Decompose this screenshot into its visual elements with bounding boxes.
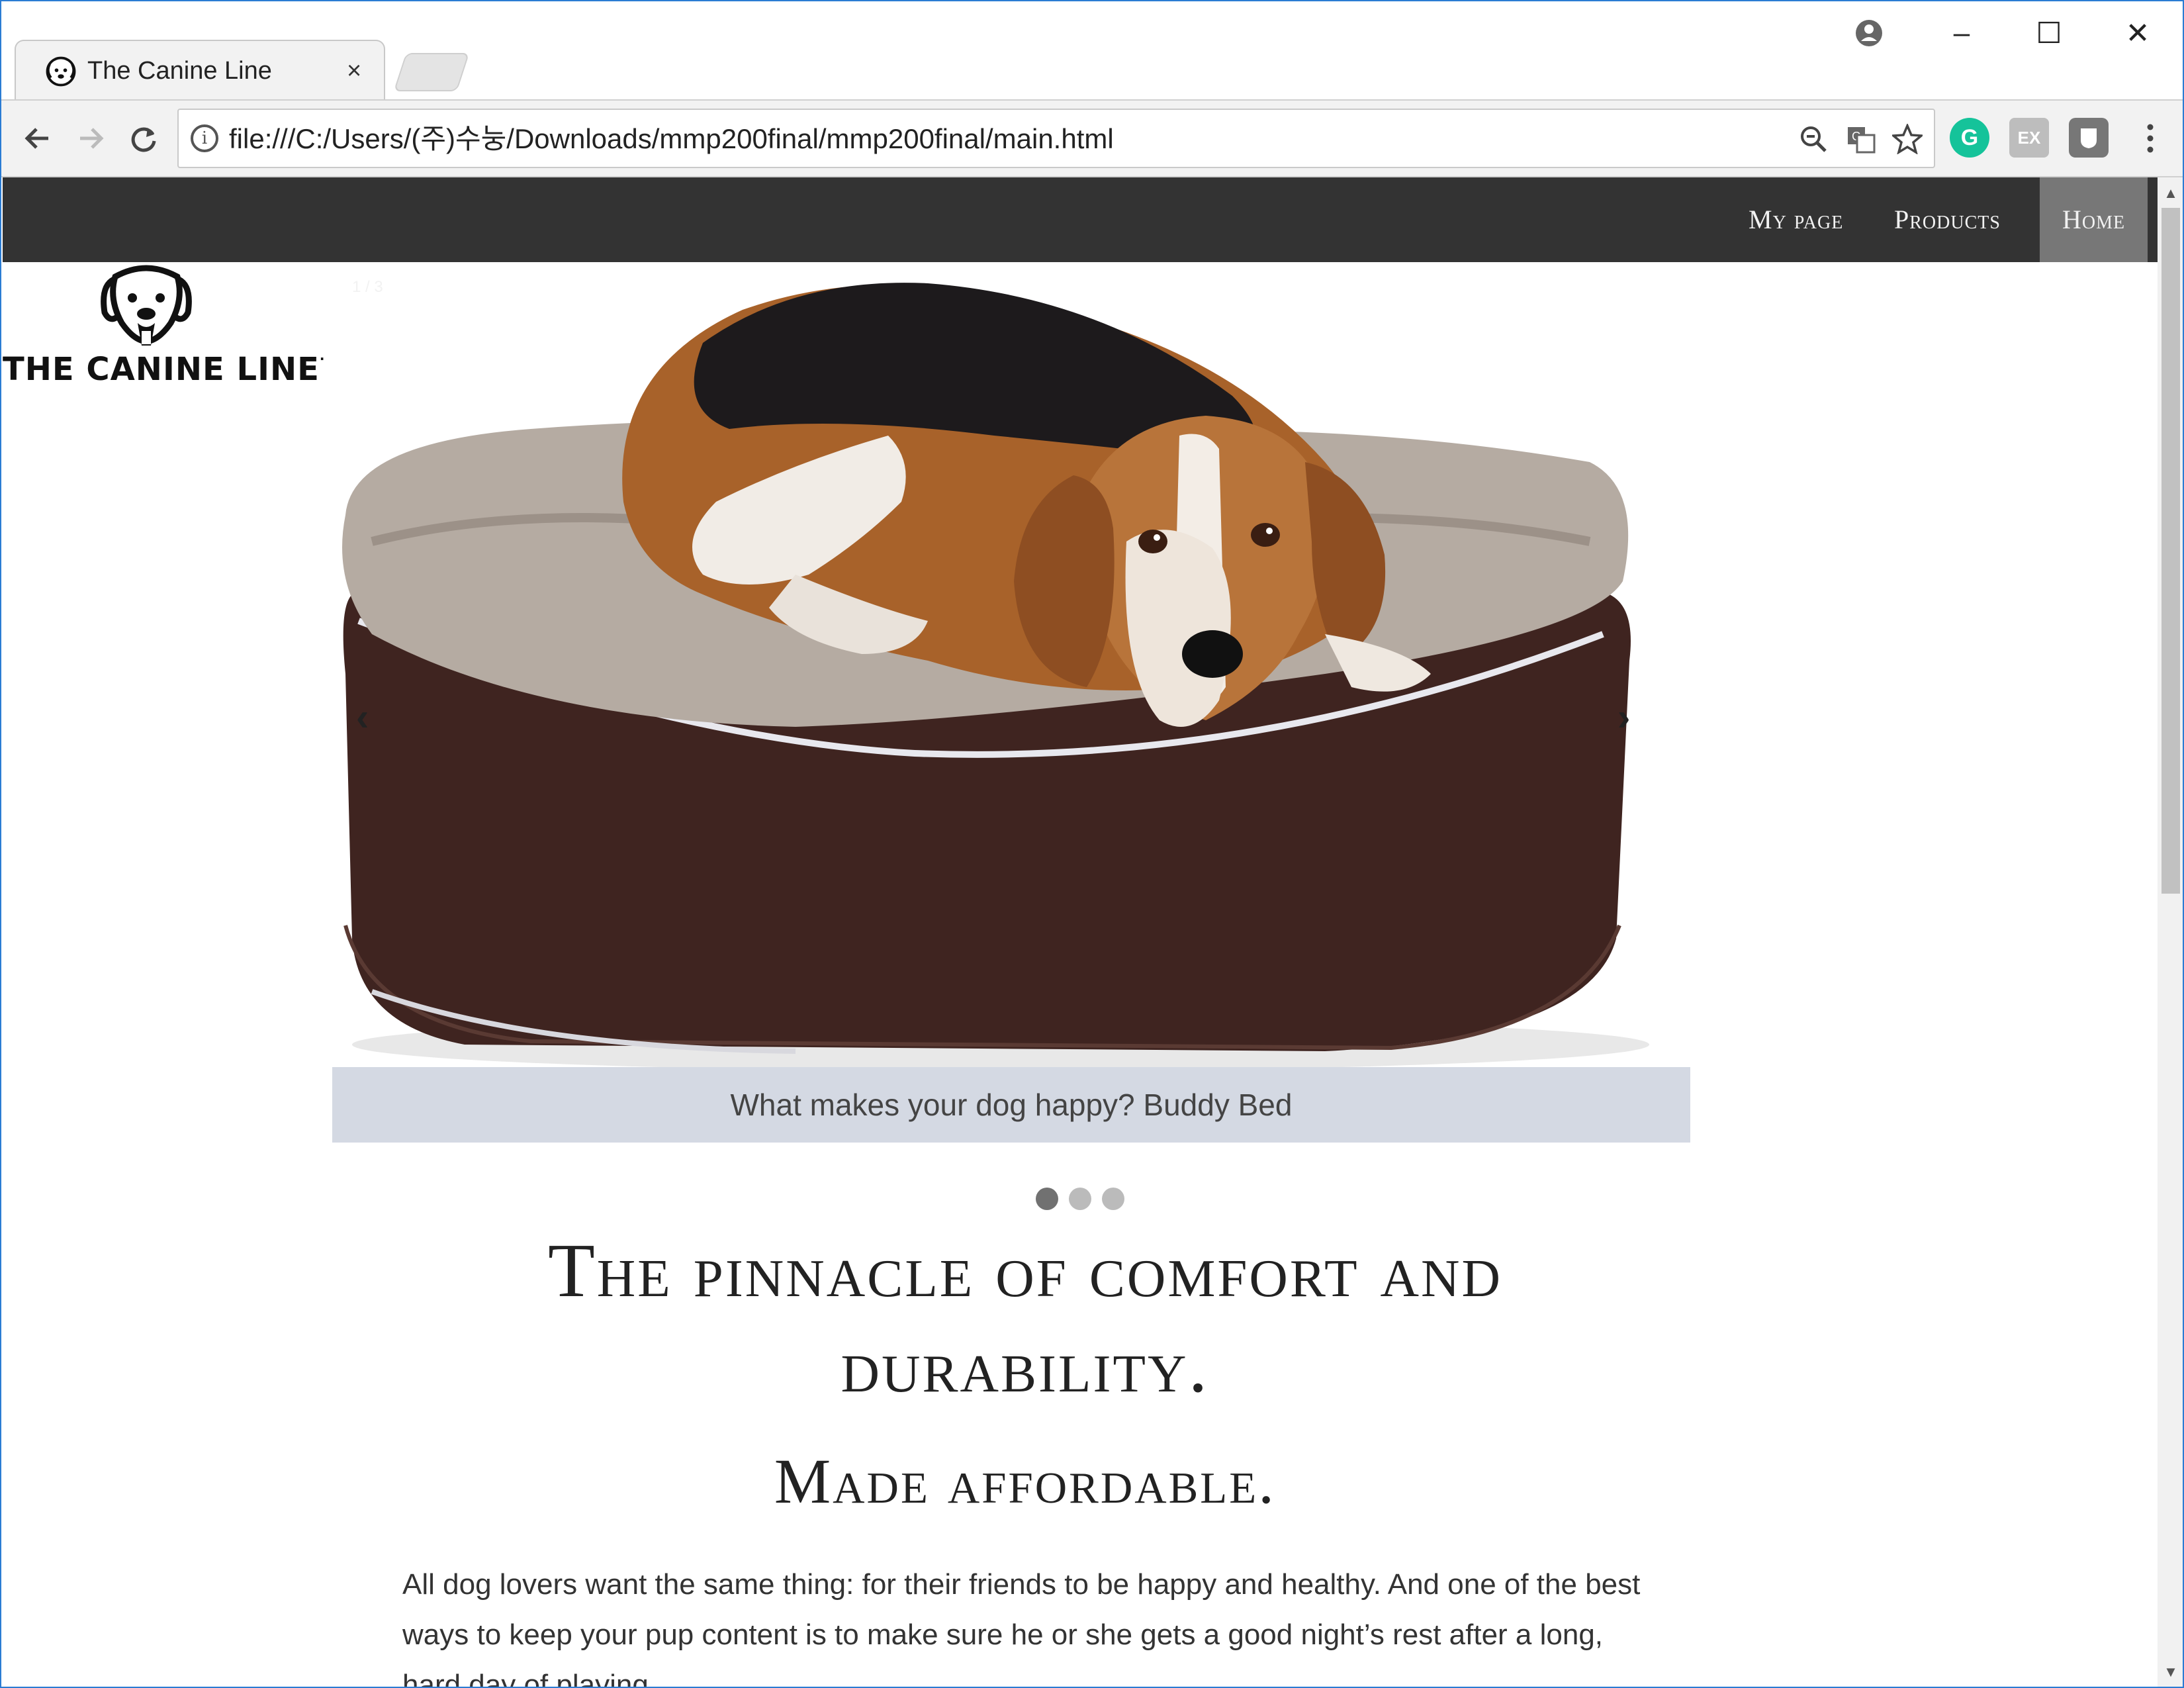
extension-icon[interactable]: EX <box>2009 118 2049 158</box>
star-icon[interactable] <box>1888 119 1927 159</box>
brand-wordmark: THE CANINE LINE· <box>3 351 326 388</box>
site-topnav: My page Products Home <box>3 177 2158 262</box>
slide-dot-1[interactable] <box>1036 1188 1058 1210</box>
menu-icon[interactable] <box>2127 114 2173 163</box>
browser-tab[interactable]: The Canine Line × <box>15 40 385 101</box>
intro-paragraph: All dog lovers want the same thing: for … <box>402 1568 1641 1688</box>
minimize-button[interactable]: – <box>1935 13 1988 53</box>
brand-name: THE CANINE LINE <box>3 351 320 388</box>
slide-counter: 1 / 3 <box>352 278 383 296</box>
scroll-down-icon[interactable]: ▼ <box>2158 1659 2183 1685</box>
dog-favicon-icon <box>46 56 76 87</box>
tab-title: The Canine Line <box>87 57 272 85</box>
back-icon[interactable] <box>15 114 61 163</box>
address-url[interactable]: file:///C:/Users/(주)수눙/Downloads/mmp200f… <box>229 122 1114 156</box>
slide-dots <box>3 1188 2158 1210</box>
nav-link-my-page[interactable]: My page <box>1726 177 1866 262</box>
forward-icon[interactable] <box>68 114 114 163</box>
scrollbar-thumb[interactable] <box>2161 208 2180 894</box>
info-icon[interactable]: i <box>191 124 218 152</box>
browser-window: The Canine Line × – ☐ ✕ i file:///C:/Use… <box>0 0 2184 1688</box>
slide-dot-3[interactable] <box>1102 1188 1124 1210</box>
slide-caption: What makes your dog happy? Buddy Bed <box>332 1067 1690 1143</box>
account-icon[interactable] <box>1843 13 1895 53</box>
browser-toolbar: i file:///C:/Users/(주)수눙/Downloads/mmp20… <box>1 99 2183 177</box>
close-window-button[interactable]: ✕ <box>2111 13 2164 53</box>
page-subheadline: Made affordable. <box>774 1446 1277 1517</box>
slideshow: 1 / 3 What makes your dog happy? Buddy B… <box>332 263 1690 1231</box>
headline-line-2: durability. <box>841 1324 1210 1409</box>
shield-extension-icon[interactable] <box>2069 118 2109 158</box>
new-tab-button[interactable] <box>393 53 470 91</box>
reload-icon[interactable] <box>120 114 167 163</box>
grammarly-icon[interactable]: G <box>1950 118 1989 158</box>
page-scrollbar[interactable]: ▲ ▼ <box>2158 177 2183 1687</box>
zoom-icon[interactable] <box>1794 119 1833 159</box>
nav-link-products[interactable]: Products <box>1872 177 2023 262</box>
brand-trademark-dot: · <box>319 351 326 367</box>
dog-bed-photo <box>342 283 1649 1068</box>
headline-line-1: The pinnacle of comfort and <box>547 1229 1503 1313</box>
address-bar[interactable]: i file:///C:/Users/(주)수눙/Downloads/mmp20… <box>177 109 1935 168</box>
slide-prev-button[interactable]: ‹ <box>356 698 369 737</box>
maximize-button[interactable]: ☐ <box>2023 13 2075 53</box>
nav-link-home[interactable]: Home <box>2040 177 2148 262</box>
scroll-up-icon[interactable]: ▲ <box>2158 180 2183 207</box>
translate-icon[interactable]: G <box>1841 119 1881 159</box>
slide-next-button[interactable]: › <box>1617 698 1630 737</box>
slide-dot-2[interactable] <box>1069 1188 1091 1210</box>
page-headline: The pinnacle of comfort and durability. <box>3 1223 2048 1414</box>
tab-close-icon[interactable]: × <box>347 54 361 87</box>
browser-titlebar: The Canine Line × – ☐ ✕ <box>1 1 2183 101</box>
web-page: My page Products Home THE CANINE LINE· 1… <box>3 177 2158 1688</box>
canine-line-logo-icon <box>101 265 192 346</box>
